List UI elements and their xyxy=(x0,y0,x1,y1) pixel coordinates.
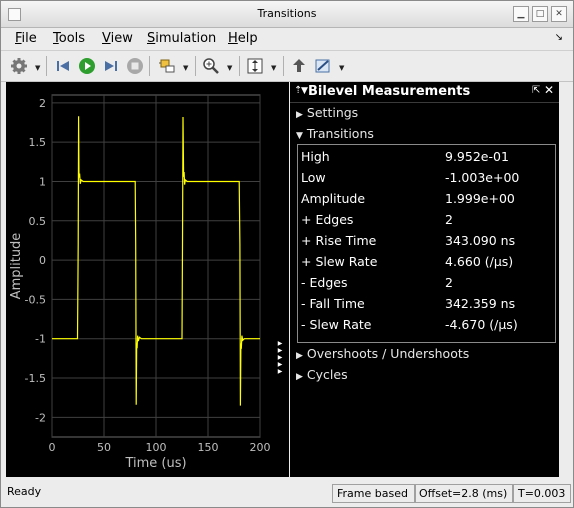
transitions-table: High 9.952e-01 Low -1.003e+00 Amplitude 1.9… xyxy=(297,144,556,343)
measurement-dropdown-icon[interactable]: ▼ xyxy=(339,64,344,72)
highlight-dropdown-icon[interactable]: ▼ xyxy=(183,64,188,72)
measurement-row: - Slew Rate -4.670 (/μs) xyxy=(301,317,518,332)
measurement-row: - Edges 2 xyxy=(301,275,453,290)
panel-header: ⇡ ▼ Bilevel Measurements ⇱ ✕ xyxy=(290,82,559,103)
measurement-row: + Rise Time 343.090 ns xyxy=(301,233,516,248)
measurement-row: + Slew Rate 4.660 (/μs) xyxy=(301,254,514,269)
expand-icon: ▶ xyxy=(296,110,303,120)
panel-collapse-icon[interactable]: ▼ xyxy=(301,86,308,96)
y-tick-label: 2 xyxy=(39,97,46,110)
y-tick-label: 1.5 xyxy=(29,136,47,149)
y-tick-label: -2 xyxy=(35,411,46,424)
measurement-row: Amplitude 1.999e+00 xyxy=(301,191,515,206)
zoom-in-icon[interactable] xyxy=(201,56,221,76)
toolbar-separator xyxy=(149,56,150,76)
stop-icon[interactable] xyxy=(125,56,145,76)
gear-icon[interactable] xyxy=(9,56,29,76)
step-forward-icon[interactable] xyxy=(101,56,121,76)
panel-title: Bilevel Measurements xyxy=(308,84,471,99)
x-tick-label: 50 xyxy=(97,441,111,454)
close-icon[interactable]: ✕ xyxy=(551,6,567,22)
maximize-icon[interactable]: □ xyxy=(532,6,548,22)
time-indicator: T=0.003 xyxy=(513,484,571,503)
window-title: Transitions xyxy=(257,7,317,20)
toolbar: ▼ ▼ ▼ ▼ ▼ xyxy=(1,50,573,82)
splitter-arrow-icon: ▶ xyxy=(277,340,283,347)
menu-tools[interactable]: Tools xyxy=(53,31,85,46)
x-axis-label: Time (us) xyxy=(124,456,186,471)
y-tick-label: -1.5 xyxy=(25,372,46,385)
measurement-row: High 9.952e-01 xyxy=(301,149,509,164)
y-axis-label: Amplitude xyxy=(9,233,24,300)
measurement-row: Low -1.003e+00 xyxy=(301,170,520,185)
x-tick-label: 150 xyxy=(198,441,219,454)
splitter-arrow-icon: ▶ xyxy=(277,354,283,361)
menu-help[interactable]: Help xyxy=(228,31,258,46)
x-tick-label: 100 xyxy=(146,441,167,454)
close-panel-icon[interactable]: ✕ xyxy=(544,83,554,97)
y-tick-label: 0 xyxy=(39,254,46,267)
status-bar: Ready Frame based Offset=2.8 (ms) T=0.00… xyxy=(1,482,573,507)
section-transitions[interactable]: ▼ Transitions xyxy=(296,126,374,141)
toolbar-separator xyxy=(239,56,240,76)
scale-dropdown-icon[interactable]: ▼ xyxy=(271,64,276,72)
minimize-icon[interactable]: ▁ xyxy=(513,6,529,22)
splitter-arrow-icon: ▶ xyxy=(277,368,283,375)
collapse-icon: ▼ xyxy=(296,131,303,141)
menu-file[interactable]: File xyxy=(15,31,37,46)
menu-view[interactable]: View xyxy=(102,31,133,46)
y-tick-label: -1 xyxy=(35,333,46,346)
scale-axes-icon[interactable] xyxy=(245,56,265,76)
undock-arrow-icon[interactable]: ↘ xyxy=(555,32,563,43)
expand-icon: ▶ xyxy=(296,372,303,382)
status-text: Ready xyxy=(7,485,42,498)
dock-icon[interactable] xyxy=(289,56,309,76)
step-back-icon[interactable] xyxy=(53,56,73,76)
y-tick-label: -0.5 xyxy=(25,293,46,306)
splitter-arrow-icon: ▶ xyxy=(277,361,283,368)
menu-simulation[interactable]: Simulation xyxy=(147,31,216,46)
x-tick-label: 200 xyxy=(250,441,271,454)
menu-bar: File Tools View Simulation Help ↘ xyxy=(1,28,573,48)
run-icon[interactable] xyxy=(77,56,97,76)
y-tick-label: 0.5 xyxy=(29,215,47,228)
x-tick-label: 0 xyxy=(49,441,56,454)
scope-window: Transitions ▁ □ ✕ File Tools View Simula… xyxy=(0,0,574,508)
splitter-arrow-icon: ▶ xyxy=(277,347,283,354)
measurement-row: - Fall Time 342.359 ns xyxy=(301,296,516,311)
measurement-icon[interactable] xyxy=(313,56,333,76)
section-cycles[interactable]: ▶ Cycles xyxy=(296,367,348,382)
mode-indicator: Frame based xyxy=(332,484,416,503)
undock-panel-icon[interactable]: ⇱ xyxy=(532,85,540,96)
bilevel-measurements-panel: ⇡ ▼ Bilevel Measurements ⇱ ✕ ▶ Settings ▼… xyxy=(290,82,559,477)
expand-icon: ▶ xyxy=(296,351,303,361)
panel-splitter[interactable]: ▶ ▶ ▶ ▶ ▶ xyxy=(275,340,285,375)
y-tick-label: 1 xyxy=(39,175,46,188)
offset-indicator: Offset=2.8 (ms) xyxy=(414,484,513,503)
zoom-dropdown-icon[interactable]: ▼ xyxy=(227,64,232,72)
gear-dropdown-icon[interactable]: ▼ xyxy=(35,64,40,72)
section-settings[interactable]: ▶ Settings xyxy=(296,105,358,120)
highlight-simulink-block-icon[interactable] xyxy=(157,56,177,76)
title-bar: Transitions ▁ □ ✕ xyxy=(1,1,573,28)
plot-area[interactable]: 0 50 100 150 200 -2 -1.5 -1 -0.5 0 0.5 1 1.5 2 Time (u… xyxy=(6,82,289,477)
measurement-row: + Edges 2 xyxy=(301,212,453,227)
toolbar-separator xyxy=(195,56,196,76)
section-overshoots[interactable]: ▶ Overshoots / Undershoots xyxy=(296,346,469,361)
toolbar-separator xyxy=(46,56,47,76)
scope-display: 0 50 100 150 200 -2 -1.5 -1 -0.5 0 0.5 1 1.5 2 Time (u… xyxy=(6,82,289,477)
toolbar-separator xyxy=(283,56,284,76)
